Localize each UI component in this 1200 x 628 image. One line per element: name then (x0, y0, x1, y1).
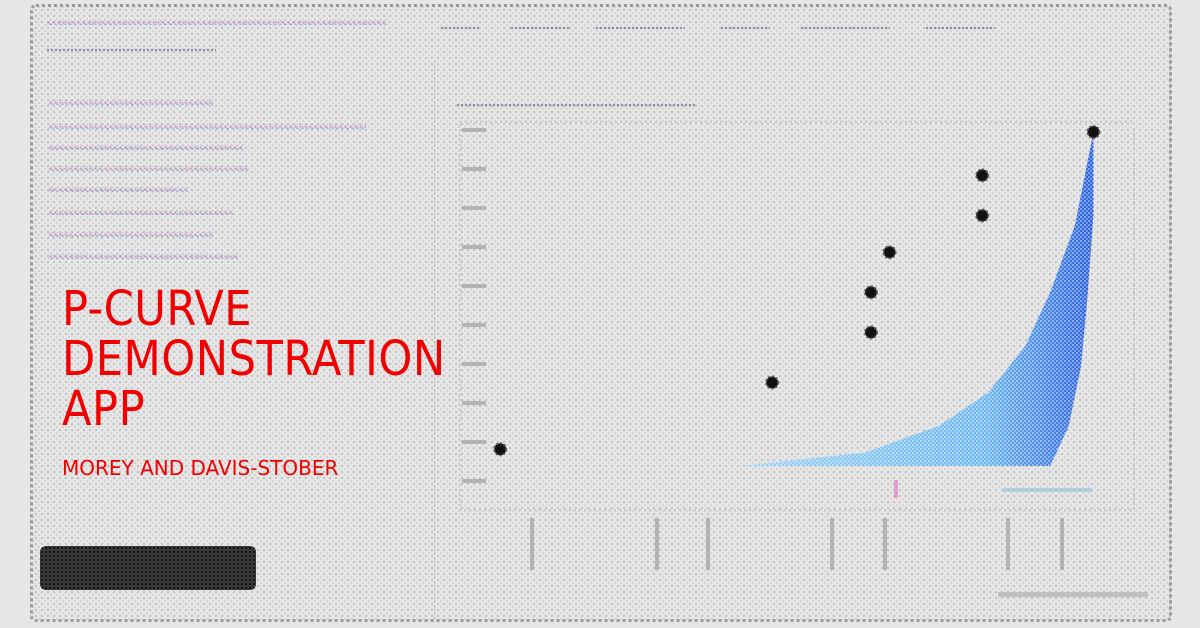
data-point (863, 285, 878, 300)
app-title-line-3: APP (62, 381, 146, 437)
x-tick-label (655, 518, 659, 570)
app-title-line-1: P-CURVE (62, 281, 253, 337)
app-title-line-2: DEMONSTRATION (62, 331, 446, 387)
x-tick-label (1006, 518, 1010, 570)
y-tick-label (462, 284, 486, 288)
app-title-block: P-CURVE DEMONSTRATION APP MOREY AND DAVI… (62, 284, 446, 480)
authors-line: MOREY AND DAVIS-STOBER (62, 456, 339, 480)
y-tick-label (462, 479, 486, 483)
data-point (975, 208, 990, 223)
y-tick-label (462, 401, 486, 405)
x-tick-label (883, 518, 887, 570)
y-tick-label (462, 323, 486, 327)
y-tick-label (462, 245, 486, 249)
y-tick-label (462, 362, 486, 366)
x-tick-label (830, 518, 834, 570)
data-point (882, 245, 897, 260)
x-axis (530, 518, 1064, 570)
data-point (975, 168, 990, 183)
data-point (863, 325, 878, 340)
x-tick-label (706, 518, 710, 570)
y-axis (462, 128, 486, 483)
data-point (493, 442, 508, 457)
x-tick-label (1060, 518, 1064, 570)
legend-ghost (894, 480, 1148, 597)
data-point (1086, 125, 1101, 139)
y-tick-label (462, 440, 486, 444)
x-tick-label (530, 518, 534, 570)
logo-badge (40, 546, 256, 590)
y-tick-label (462, 167, 486, 171)
confidence-band (741, 132, 1094, 466)
y-tick-label (462, 206, 486, 210)
band-texture (741, 132, 1094, 466)
data-point (765, 375, 780, 390)
y-tick-label (462, 128, 486, 132)
